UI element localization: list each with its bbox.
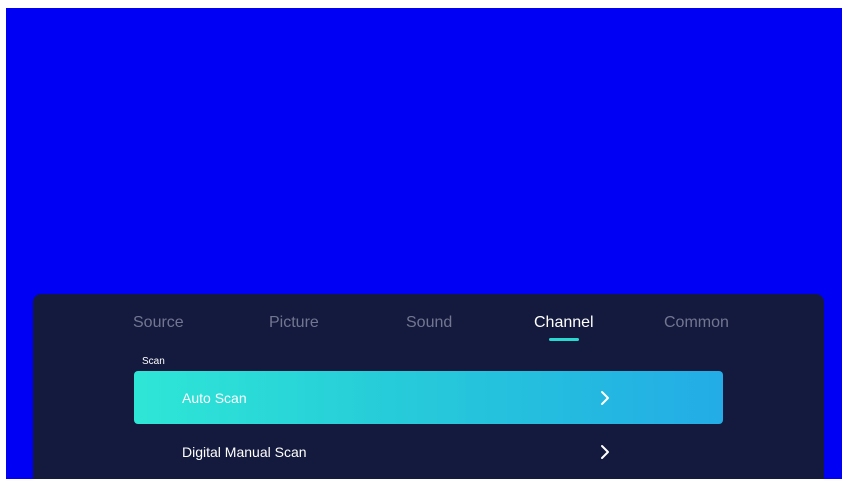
menu-item-auto-scan[interactable]: Auto Scan	[134, 371, 723, 424]
menu-tabs: Source Picture Sound Channel Common	[33, 314, 824, 344]
menu-item-label: Auto Scan	[182, 389, 247, 406]
tab-sound[interactable]: Sound	[406, 314, 452, 332]
tab-picture[interactable]: Picture	[269, 314, 319, 332]
tab-channel[interactable]: Channel	[534, 314, 594, 341]
section-label-scan: Scan	[142, 356, 165, 367]
tab-label: Channel	[534, 314, 594, 331]
tab-common[interactable]: Common	[664, 314, 729, 332]
tv-screen: Source Picture Sound Channel Common Scan…	[6, 8, 842, 479]
menu-item-label: Digital Manual Scan	[182, 443, 307, 460]
chevron-right-icon	[601, 444, 609, 459]
tab-label: Sound	[406, 314, 453, 331]
tab-label: Common	[664, 314, 729, 331]
tab-source[interactable]: Source	[133, 314, 184, 332]
active-tab-indicator	[548, 338, 579, 341]
settings-menu-panel: Source Picture Sound Channel Common Scan…	[33, 294, 824, 479]
tab-label: Source	[133, 314, 184, 331]
chevron-right-icon	[601, 390, 609, 405]
menu-item-digital-manual-scan[interactable]: Digital Manual Scan	[134, 425, 723, 478]
tab-label: Picture	[269, 314, 319, 331]
